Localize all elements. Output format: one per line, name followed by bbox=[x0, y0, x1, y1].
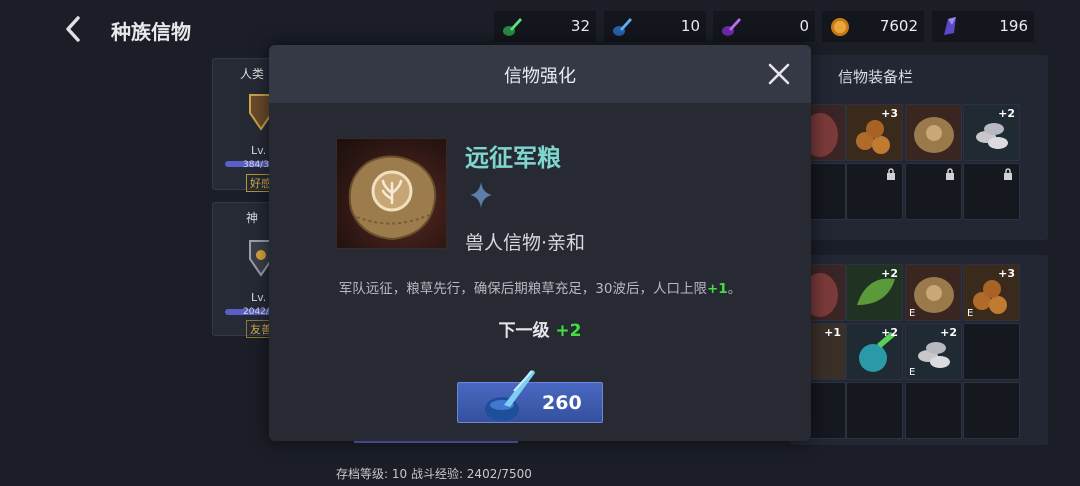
artifact-image bbox=[336, 138, 447, 249]
inventory-slot[interactable] bbox=[846, 382, 903, 439]
slot-badge: +1 bbox=[824, 326, 841, 339]
equip-slot[interactable]: +3 bbox=[846, 104, 903, 161]
race-card-level: Lv. bbox=[251, 291, 267, 304]
inventory-slot[interactable]: +3 E bbox=[963, 264, 1020, 321]
slot-badge: +3 bbox=[998, 267, 1015, 280]
grain-sack-icon bbox=[348, 155, 437, 241]
lock-icon bbox=[946, 168, 954, 180]
slot-badge: +2 bbox=[881, 267, 898, 280]
equipped-marker: E bbox=[909, 367, 916, 378]
inventory-slot[interactable] bbox=[905, 382, 962, 439]
artifact-name: 远征军粮 bbox=[465, 144, 561, 172]
artifact-upgrade-dialog: 信物强化 远征军粮 兽人信物·亲和 军队远征，粮草先行，确保后期粮草充足，30波… bbox=[269, 45, 811, 441]
page-title: 种族信物 bbox=[111, 20, 191, 44]
description-text: 军队远征，粮草先行，确保后期粮草充足，30波后，人口上限 bbox=[338, 281, 707, 297]
star-icon bbox=[470, 182, 492, 208]
dialog-header: 信物强化 bbox=[269, 45, 811, 103]
locked-slot[interactable] bbox=[905, 163, 962, 220]
inventory-slot[interactable] bbox=[963, 382, 1020, 439]
race-card-level: Lv. bbox=[251, 144, 267, 157]
inventory-slot[interactable]: +2 bbox=[846, 264, 903, 321]
inventory-slot[interactable] bbox=[963, 323, 1020, 380]
next-level-info: 下一级 +2 bbox=[269, 316, 811, 341]
slot-badge: +2 bbox=[940, 326, 957, 339]
upgrade-button[interactable]: 260 bbox=[457, 370, 603, 423]
resource-value: 7602 bbox=[879, 17, 918, 35]
blue-ink-icon bbox=[613, 18, 632, 36]
chevron-left-icon bbox=[66, 16, 80, 42]
equip-slot[interactable]: +2 bbox=[963, 104, 1020, 161]
lock-icon bbox=[1004, 168, 1012, 180]
inventory-slot[interactable]: +2 E bbox=[905, 323, 962, 380]
resource-gold[interactable]: 7602 bbox=[822, 11, 924, 42]
purple-ink-icon bbox=[722, 18, 741, 36]
artifact-subtitle: 兽人信物·亲和 bbox=[465, 232, 586, 254]
green-ink-icon bbox=[503, 18, 522, 36]
equip-slot[interactable] bbox=[905, 104, 962, 161]
resource-blue-ink[interactable]: 10 bbox=[604, 11, 706, 42]
slot-badge: +2 bbox=[998, 107, 1015, 120]
resource-purple-ink[interactable]: 0 bbox=[713, 11, 815, 42]
purple-crystal-icon bbox=[944, 17, 956, 35]
slot-badge: +2 bbox=[881, 326, 898, 339]
inventory-slot[interactable]: E bbox=[905, 264, 962, 321]
dialog-title: 信物强化 bbox=[504, 66, 576, 87]
equipped-marker: E bbox=[967, 308, 974, 319]
equipped-marker: E bbox=[909, 308, 916, 319]
resource-value: 10 bbox=[680, 17, 700, 35]
grain-sack-icon bbox=[914, 117, 954, 153]
locked-slot[interactable] bbox=[963, 163, 1020, 220]
resource-value: 0 bbox=[799, 17, 809, 35]
save-stats: 存档等级: 10 战斗经验: 2402/7500 bbox=[336, 467, 532, 481]
gold-coin-icon bbox=[831, 18, 849, 36]
upgrade-cost: 260 bbox=[542, 392, 582, 414]
next-level-value: +2 bbox=[555, 321, 582, 341]
close-icon bbox=[768, 63, 790, 85]
locked-slot[interactable] bbox=[846, 163, 903, 220]
artifact-description: 军队远征，粮草先行，确保后期粮草充足，30波后，人口上限+1。 bbox=[269, 277, 811, 297]
race-card-progress: 384/3 bbox=[243, 160, 269, 170]
next-level-label: 下一级 bbox=[498, 321, 550, 341]
back-button[interactable] bbox=[58, 14, 88, 44]
resource-crystal[interactable]: 196 bbox=[932, 11, 1034, 42]
slot-badge: +3 bbox=[881, 107, 898, 120]
equip-panel-title: 信物装备栏 bbox=[838, 68, 914, 86]
close-button[interactable] bbox=[767, 62, 791, 86]
resource-value: 32 bbox=[570, 17, 590, 35]
resource-value: 196 bbox=[999, 17, 1028, 35]
resource-green-ink[interactable]: 32 bbox=[494, 11, 596, 42]
description-bonus: +1 bbox=[706, 281, 728, 297]
blue-ink-icon bbox=[485, 370, 535, 421]
inventory-slot[interactable]: +2 bbox=[846, 323, 903, 380]
description-end: 。 bbox=[727, 281, 742, 297]
lock-icon bbox=[887, 168, 895, 180]
